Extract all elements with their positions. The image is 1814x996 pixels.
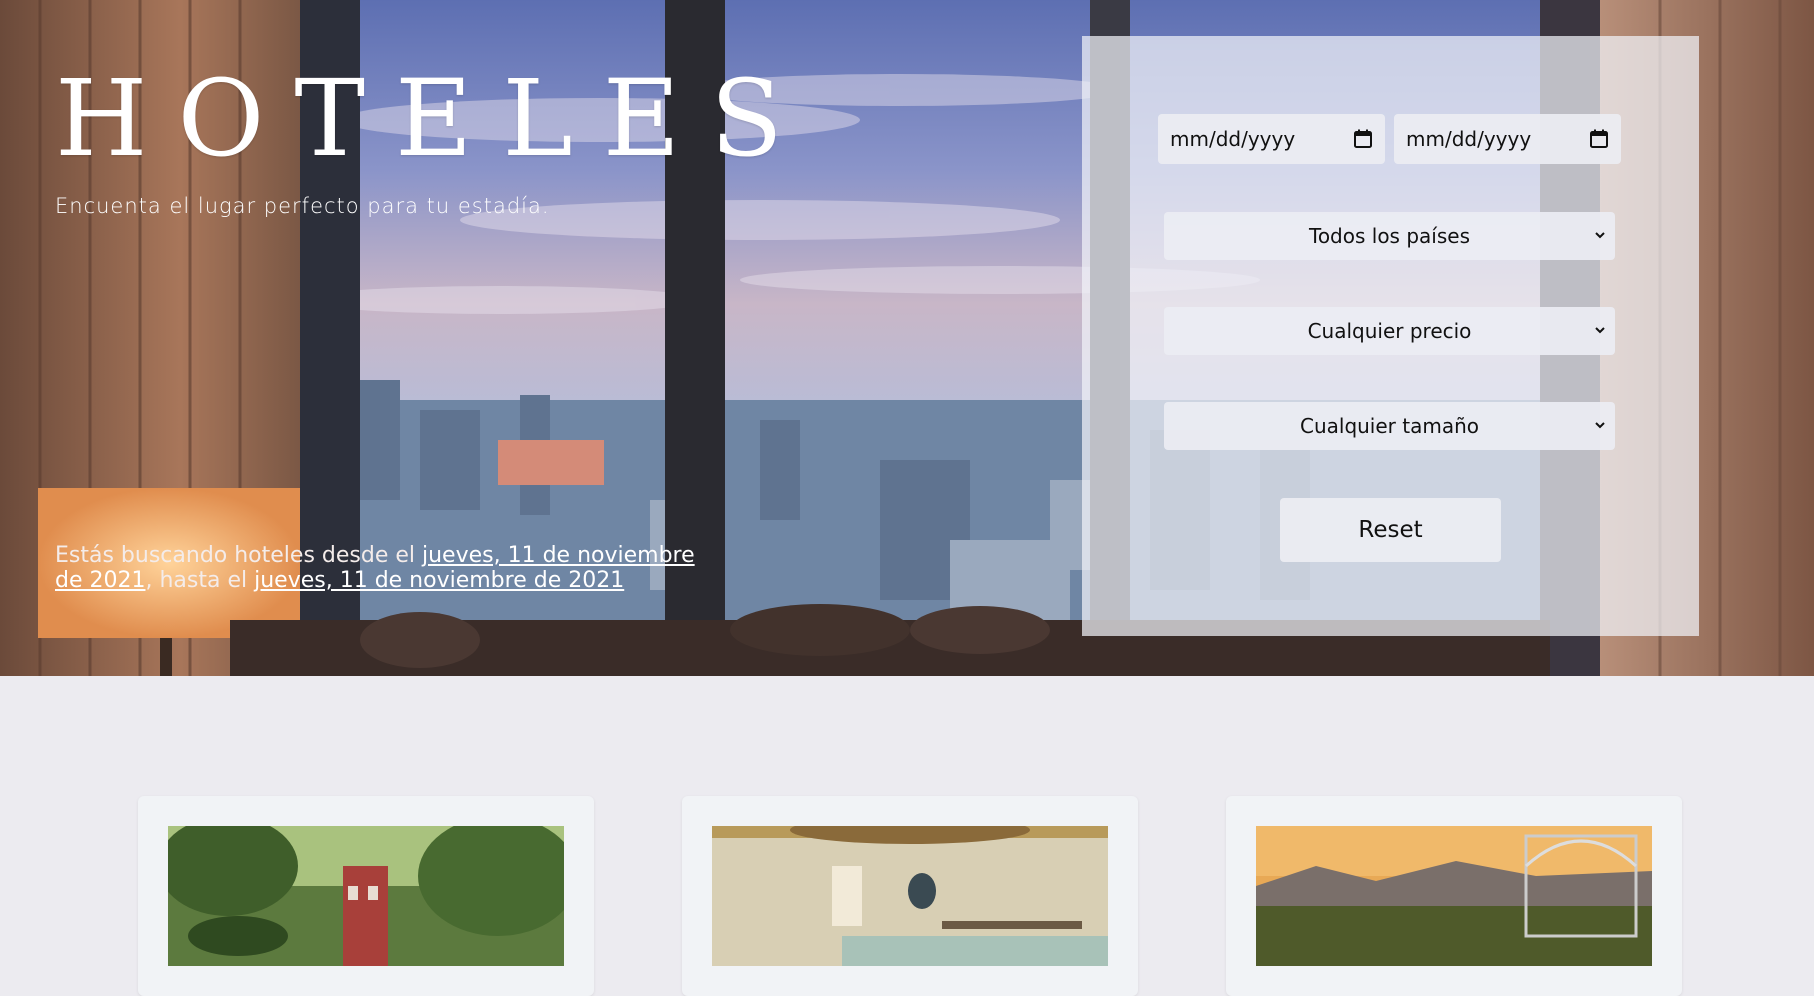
page-subtitle: Encuenta el lugar perfecto para tu estad… [55,194,550,218]
date-from-input[interactable]: mm/dd/yyyy [1158,114,1385,164]
size-select-value: Cualquier tamaño [1299,414,1479,438]
hotel-card[interactable] [138,796,594,996]
hotel-card[interactable] [682,796,1138,996]
price-select-value: Cualquier precio [1307,319,1472,343]
search-summary: Estás buscando hoteles desde el jueves, … [55,543,695,593]
country-select-value: Todos los países [1309,224,1470,248]
hero-brand: HOTELES Encuenta el lugar perfecto para … [55,57,813,219]
chevron-down-icon [1595,327,1605,334]
size-select[interactable]: Cualquier tamaño [1164,402,1615,450]
reset-button[interactable]: Reset [1280,498,1501,562]
chevron-down-icon [1595,232,1605,239]
date-from-placeholder: mm/dd/yyyy [1170,127,1296,151]
date-to-input[interactable]: mm/dd/yyyy [1394,114,1621,164]
chevron-down-icon [1595,422,1605,429]
hotel-photo [712,826,1108,966]
summary-prefix: Estás buscando hoteles desde el [55,543,422,568]
hotel-photo [168,826,564,966]
summary-middle: , hasta el [145,568,255,593]
hotel-card[interactable] [1226,796,1682,996]
date-to-placeholder: mm/dd/yyyy [1406,127,1532,151]
hotel-photo [1256,826,1652,966]
page-title: HOTELES [55,57,813,180]
hero-banner: HOTELES Encuenta el lugar perfecto para … [0,0,1814,676]
country-select[interactable]: Todos los países [1164,212,1615,260]
price-select[interactable]: Cualquier precio [1164,307,1615,355]
filter-panel: mm/dd/yyyy mm/dd/yyyy Todos los países C… [1082,36,1699,636]
summary-to-date-link[interactable]: jueves, 11 de noviembre de 2021 [254,568,624,593]
calendar-icon[interactable] [1589,129,1609,149]
calendar-icon[interactable] [1353,129,1373,149]
